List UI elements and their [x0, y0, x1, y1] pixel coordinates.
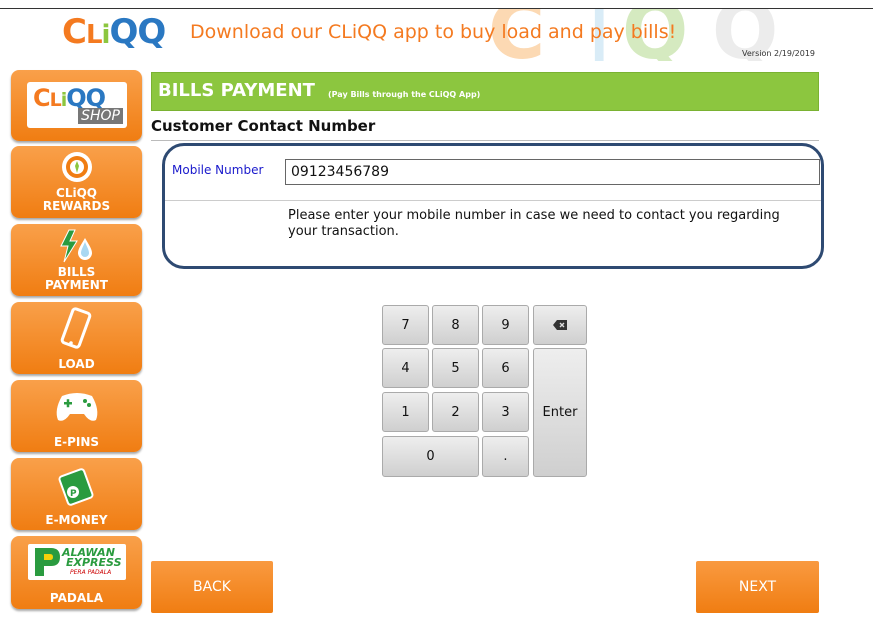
key-0[interactable]: 0 [382, 436, 479, 477]
pera-padala-text: PERA PADALA [70, 569, 112, 576]
section-divider [151, 140, 819, 141]
key-2[interactable]: 2 [432, 392, 479, 432]
shop-label: SHOP [78, 108, 123, 124]
svg-text:P: P [70, 489, 77, 499]
promo-banner-text: Download our CLiQQ app to buy load and p… [190, 21, 677, 43]
express-logo-text: EXPRESS [66, 556, 122, 569]
sidebar-item-padala[interactable]: ALAWAN EXPRESS PERA PADALA PADALA [11, 536, 142, 609]
sidebar-item-cliqq-shop[interactable]: CLiQQ SHOP [11, 70, 142, 141]
phone-icon [60, 307, 91, 349]
sidebar-item-label: PADALA [49, 591, 104, 605]
page-title-bar: BILLS PAYMENT (Pay Bills through the CLi… [151, 72, 819, 111]
backspace-key[interactable] [533, 305, 587, 345]
sidebar-item-load[interactable]: LOAD [11, 302, 142, 374]
section-title: Customer Contact Number [151, 117, 376, 135]
back-button[interactable]: BACK [151, 561, 273, 613]
key-9[interactable]: 9 [482, 305, 529, 345]
page-subtitle: (Pay Bills through the CLiQQ App) [328, 90, 481, 99]
page-title: BILLS PAYMENT [158, 80, 315, 101]
key-5[interactable]: 5 [432, 348, 479, 388]
next-button[interactable]: NEXT [696, 561, 819, 613]
bills-payment-icon [59, 229, 92, 263]
key-7[interactable]: 7 [382, 305, 429, 345]
rewards-icon [61, 152, 92, 182]
key-4[interactable]: 4 [382, 348, 429, 388]
version-label: Version 2/19/2019 [742, 49, 815, 58]
sidebar-item-label: E-MONEY [45, 513, 108, 527]
gamepad-icon [56, 393, 97, 421]
sidebar-item-e-pins[interactable]: E-PINS [11, 380, 142, 452]
key-8[interactable]: 8 [432, 305, 479, 345]
palawan-express-logo: ALAWAN EXPRESS PERA PADALA [28, 544, 126, 580]
mobile-number-label: Mobile Number [172, 163, 264, 177]
palawan-p-icon [35, 548, 60, 576]
sidebar-item-e-money[interactable]: P E-MONEY [11, 458, 142, 530]
sidebar-item-label: LOAD [58, 357, 95, 371]
sidebar-item-label: E-PINS [53, 435, 100, 449]
sidebar-item-label: BILLS PAYMENT [45, 265, 108, 292]
panel-divider [165, 200, 821, 201]
key-dot[interactable]: . [482, 436, 529, 477]
key-1[interactable]: 1 [382, 392, 429, 432]
money-icon: P [57, 468, 94, 506]
mobile-number-input[interactable]: 09123456789 [285, 159, 820, 185]
sidebar-item-cliqq-rewards[interactable]: CLiQQ REWARDS [11, 146, 142, 218]
cliqq-shop-logo: CLiQQ SHOP [27, 82, 127, 128]
kiosk-screen: C | Q Q CLiQQ Download our CLiQQ app to … [0, 0, 873, 619]
key-6[interactable]: 6 [482, 348, 529, 388]
sidebar-item-bills-payment[interactable]: BILLS PAYMENT [11, 224, 142, 296]
helper-text: Please enter your mobile number in case … [288, 208, 780, 239]
sidebar-item-label: CLiQQ REWARDS [42, 186, 111, 213]
key-3[interactable]: 3 [482, 392, 529, 432]
header-banner: C | Q Q CLiQQ Download our CLiQQ app to … [0, 9, 873, 61]
backspace-icon [553, 320, 567, 330]
enter-key[interactable]: Enter [533, 348, 587, 477]
cliqq-logo: CLiQQ [62, 12, 166, 52]
